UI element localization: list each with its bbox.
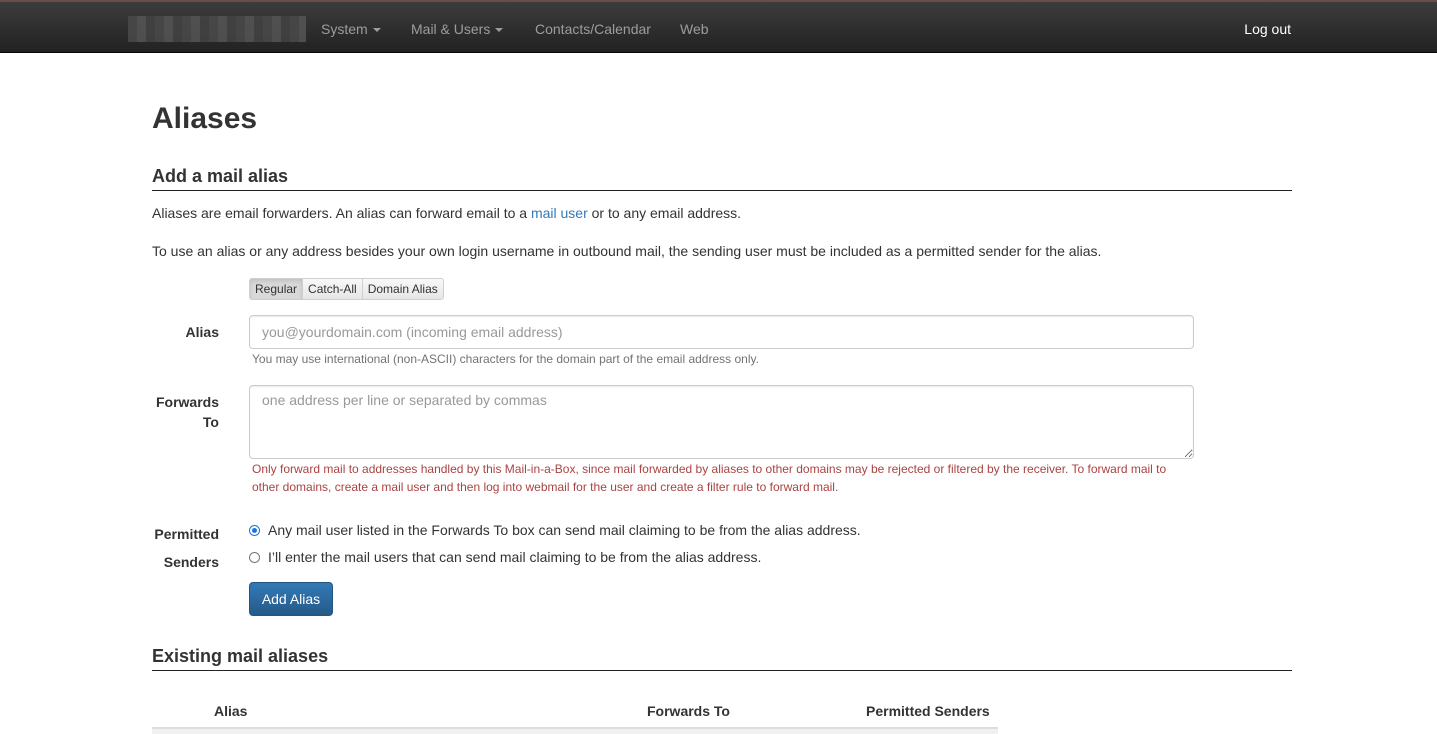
permitted-sender-note: To use an alias or any address besides y… xyxy=(152,243,1102,259)
forwards-warning-text: Only forward mail to addresses handled b… xyxy=(252,462,1167,494)
nav-item-label: Web xyxy=(680,21,709,37)
intro-text-end: or to any email address. xyxy=(587,205,742,221)
intro-text-start: Aliases are email forwarders. An alias c… xyxy=(152,205,531,221)
nav-item-system[interactable]: System xyxy=(321,19,381,39)
forwards-to-label: Forwards To xyxy=(156,392,219,432)
aliases-intro-text: Aliases are email forwarders. An alias c… xyxy=(152,203,741,223)
add-alias-heading: Add a mail alias xyxy=(152,164,1292,191)
alias-type-catch-all-button[interactable]: Catch-All xyxy=(303,279,363,299)
page-title: Aliases xyxy=(152,102,258,135)
nav-item-label: System xyxy=(321,21,368,37)
senders-option-label: Any mail user listed in the Forwards To … xyxy=(268,522,861,538)
column-header-forwards-to[interactable]: Forwards To xyxy=(647,701,730,721)
nav-item-label: Mail & Users xyxy=(411,21,491,37)
senders-option-label: I’ll enter the mail users that can send … xyxy=(268,549,762,565)
nav-item-mail-users[interactable]: Mail & Users xyxy=(411,19,504,39)
alias-type-domain-alias-button[interactable]: Domain Alias xyxy=(362,279,443,299)
column-header-permitted-senders[interactable]: Permitted Senders xyxy=(866,701,990,721)
mail-user-link[interactable]: mail user xyxy=(531,205,588,221)
table-row xyxy=(152,729,998,734)
alias-type-regular-button[interactable]: Regular xyxy=(250,279,304,299)
radio-button[interactable] xyxy=(249,551,260,563)
radio-button-checked[interactable] xyxy=(249,524,260,536)
nav-item-label: Contacts/Calendar xyxy=(535,21,651,37)
nav-item-contacts-calendar[interactable]: Contacts/Calendar xyxy=(535,19,651,39)
permitted-senders-label-line2: Senders xyxy=(163,554,219,570)
alias-input[interactable] xyxy=(249,315,1194,349)
senders-option-any[interactable]: Any mail user listed in the Forwards To … xyxy=(249,520,861,540)
caret-down-icon xyxy=(495,28,504,33)
brand-logo[interactable] xyxy=(128,16,306,42)
alias-type-toggle: Regular Catch-All Domain Alias xyxy=(249,278,444,300)
senders-option-manual[interactable]: I’ll enter the mail users that can send … xyxy=(249,547,761,567)
alias-help-text: You may use international (non-ASCII) ch… xyxy=(252,352,759,366)
caret-down-icon xyxy=(372,28,381,33)
permitted-senders-label: Permitted Senders xyxy=(154,520,219,576)
top-navbar: System Mail & Users Contacts/Calendar We… xyxy=(0,0,1437,53)
forwards-to-label-line2: To xyxy=(202,414,219,430)
aliases-table-header: Alias Forwards To Permitted Senders xyxy=(152,697,998,729)
column-header-alias[interactable]: Alias xyxy=(214,701,247,721)
alias-field-label: Alias xyxy=(185,324,219,340)
existing-aliases-heading: Existing mail aliases xyxy=(152,644,1292,671)
add-alias-button[interactable]: Add Alias xyxy=(249,582,333,616)
logout-link[interactable]: Log out xyxy=(1244,19,1291,39)
nav-item-web[interactable]: Web xyxy=(680,19,709,39)
forwards-to-textarea[interactable] xyxy=(249,385,1194,459)
permitted-senders-label-line1: Permitted xyxy=(154,526,219,542)
forwards-to-label-line1: Forwards xyxy=(155,394,219,410)
